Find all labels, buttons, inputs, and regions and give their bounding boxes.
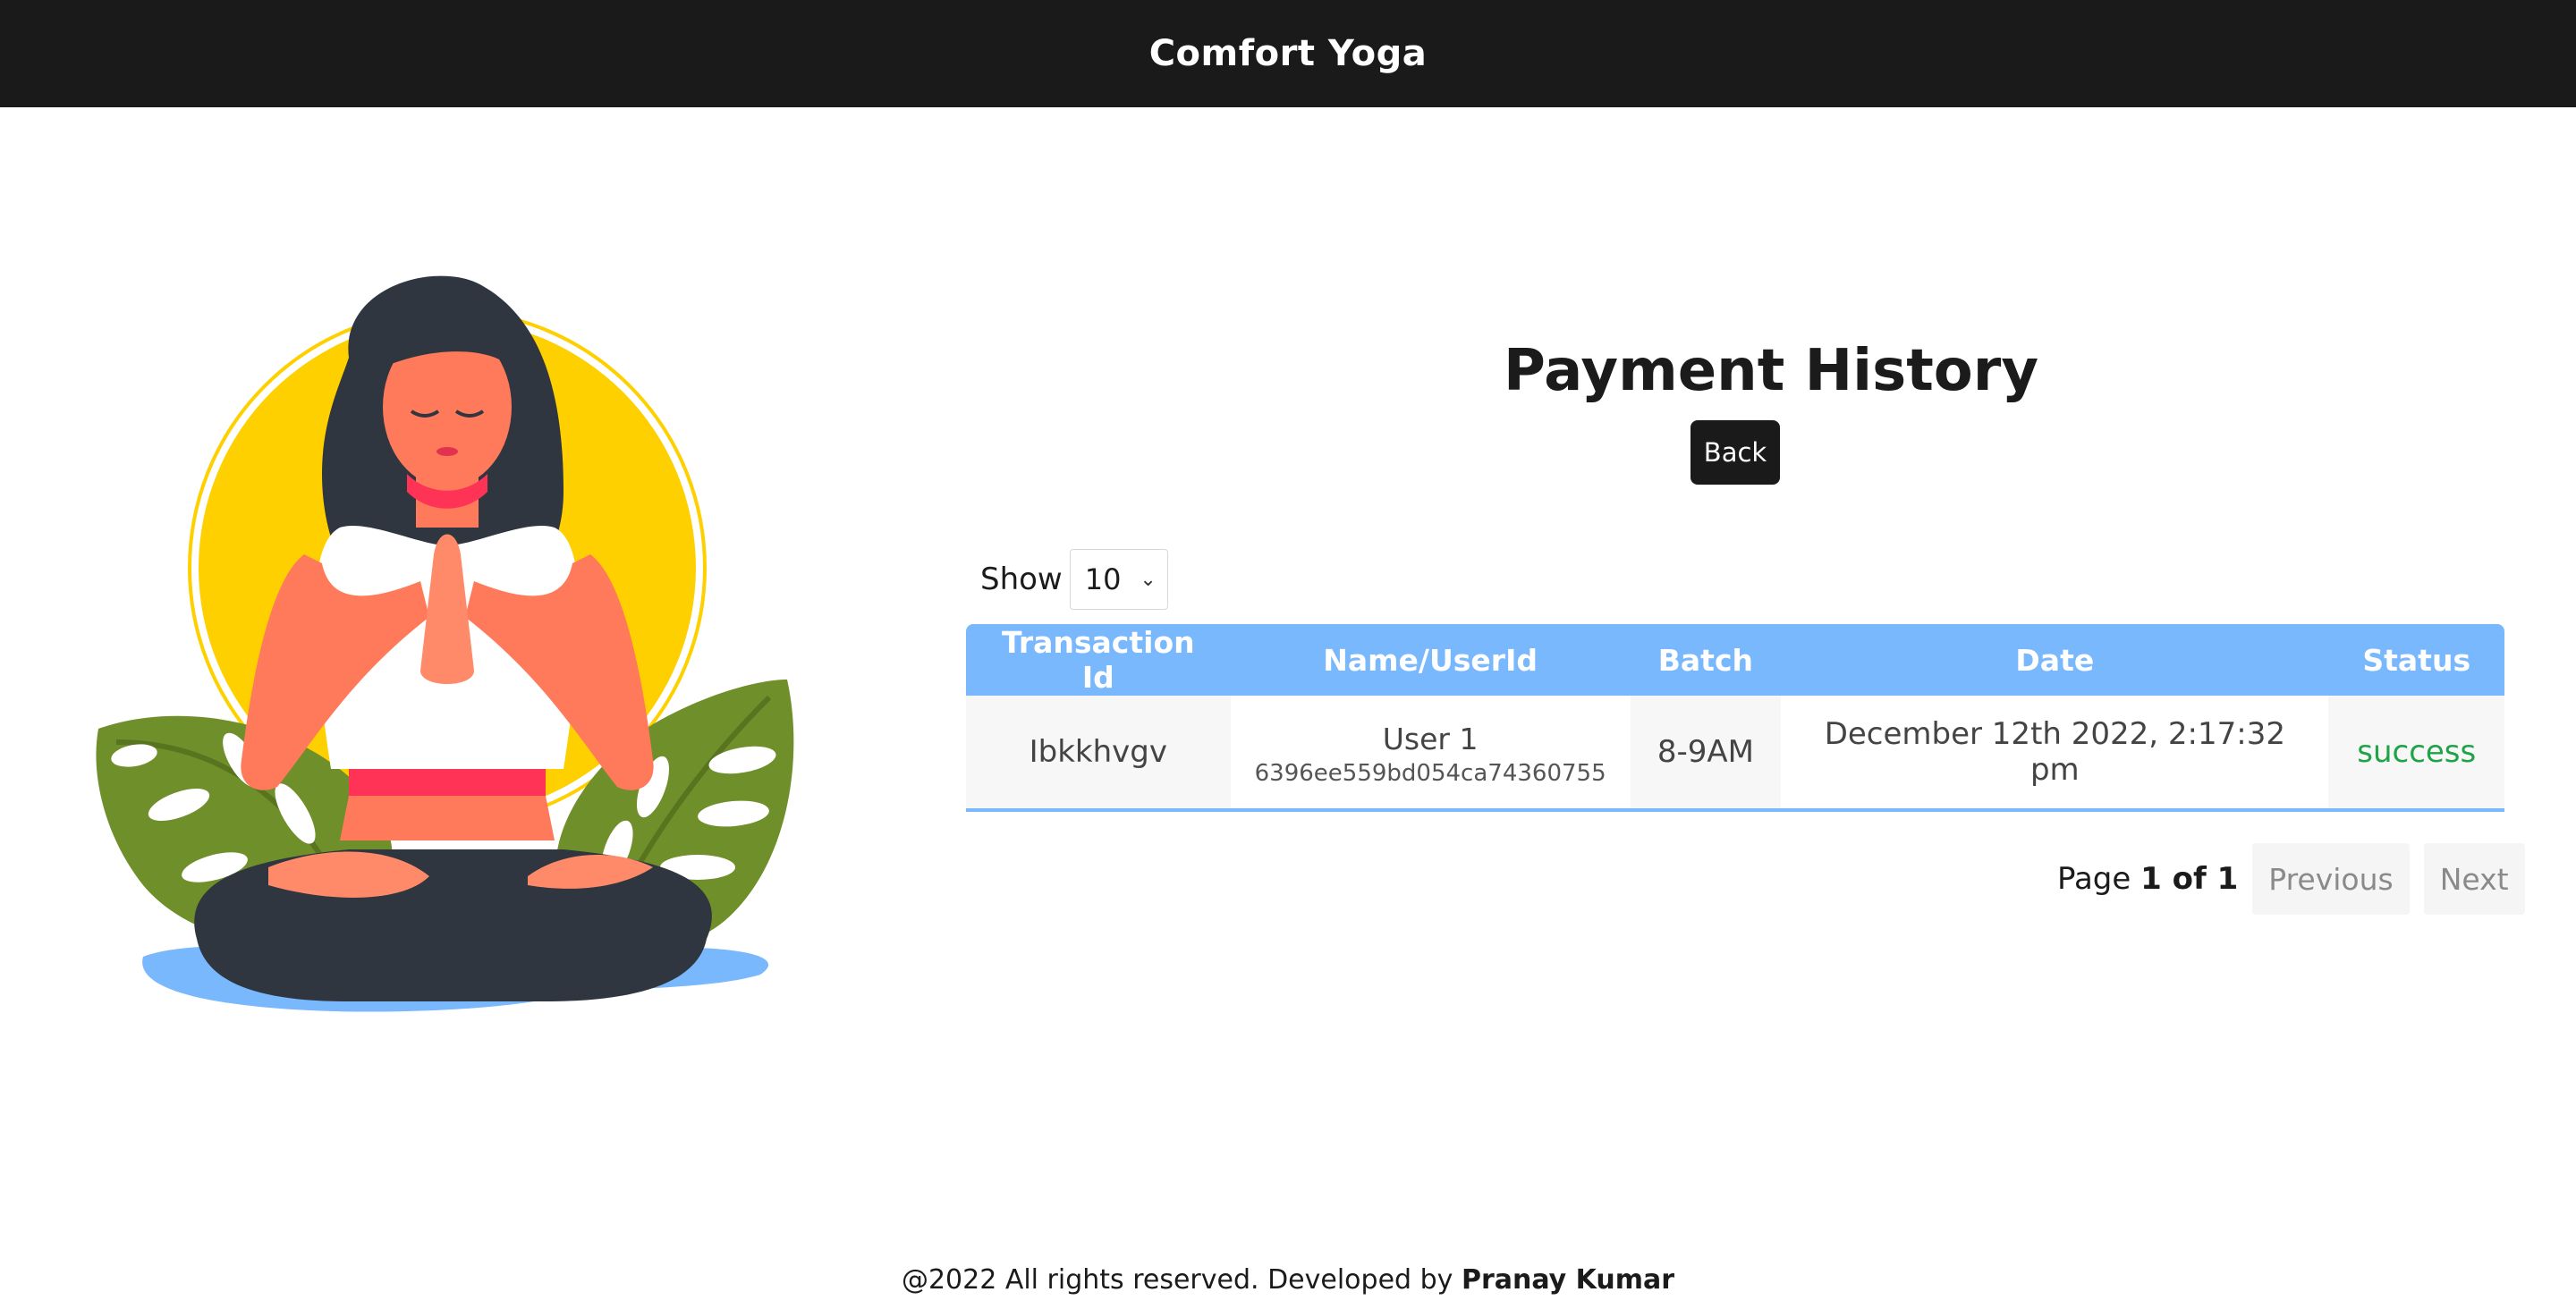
payment-history-table: Transaction Id Name/UserId Batch Date St… — [966, 624, 2504, 812]
name-userid-cell: User 1 6396ee559bd054ca74360755 — [1230, 696, 1631, 812]
page-word: Page — [2057, 861, 2131, 897]
table-row: Ibkkhvgv User 1 6396ee559bd054ca74360755… — [966, 696, 2504, 812]
user-name: User 1 — [1382, 721, 1479, 756]
column-header-status[interactable]: Status — [2328, 624, 2504, 696]
footer-text: @2022 All rights reserved. Developed by — [901, 1264, 1453, 1296]
yoga-illustration — [80, 259, 814, 1064]
batch-cell: 8-9AM — [1630, 696, 1782, 812]
page-indicator: Page 1 of 1 — [2057, 861, 2238, 897]
chevron-down-icon: ⌄ — [1140, 568, 1157, 591]
footer-author: Pranay Kumar — [1461, 1264, 1675, 1296]
page-size-value: 10 — [1084, 562, 1122, 596]
footer: @2022 All rights reserved. Developed by … — [0, 1264, 2576, 1296]
pagination: Page 1 of 1 Previous Next — [2057, 843, 2525, 915]
previous-page-button[interactable]: Previous — [2252, 843, 2410, 915]
back-button[interactable]: Back — [1690, 420, 1780, 485]
column-header-transaction-id[interactable]: Transaction Id — [966, 624, 1231, 696]
user-id: 6396ee559bd054ca74360755 — [1254, 759, 1606, 787]
brand-title[interactable]: Comfort Yoga — [1149, 33, 1428, 74]
show-label: Show — [980, 562, 1063, 597]
page-title: Payment History — [1503, 338, 2039, 404]
top-navbar: Comfort Yoga — [0, 0, 2576, 107]
table-header-row: Transaction Id Name/UserId Batch Date St… — [966, 624, 2504, 696]
page-size-control: Show 10 ⌄ — [980, 549, 1168, 610]
page-info: 1 of 1 — [2140, 861, 2239, 897]
date-cell: December 12th 2022, 2:17:32 pm — [1781, 696, 2329, 812]
page-size-select[interactable]: 10 ⌄ — [1069, 549, 1168, 610]
column-header-batch[interactable]: Batch — [1631, 624, 1782, 696]
next-page-button[interactable]: Next — [2423, 843, 2525, 915]
column-header-date[interactable]: Date — [1781, 624, 2328, 696]
status-cell: success — [2328, 696, 2504, 812]
column-header-name-userid[interactable]: Name/UserId — [1231, 624, 1631, 696]
transaction-id-cell: Ibkkhvgv — [966, 696, 1231, 812]
